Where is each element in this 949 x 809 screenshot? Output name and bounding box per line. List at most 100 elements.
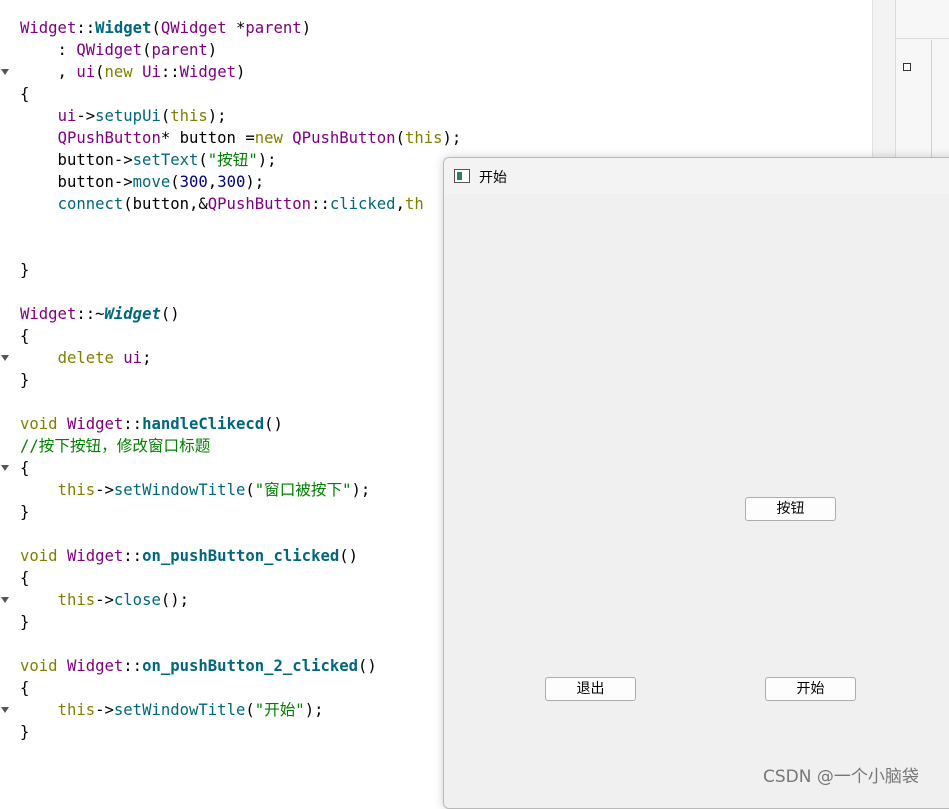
code-token: parent <box>151 41 208 59</box>
code-token: ui <box>57 107 77 125</box>
code-token: { <box>20 459 30 477</box>
code-token: QWidget <box>160 19 227 37</box>
code-token: setupUi <box>95 107 161 125</box>
code-token: QPushButton <box>57 129 161 147</box>
code-line: ui->setupUi(this); <box>20 105 227 127</box>
code-token: -> <box>95 701 114 719</box>
code-token: void <box>20 415 58 433</box>
code-token: :: <box>160 63 180 81</box>
code-line: this->setWindowTitle("窗口被按下"); <box>20 479 371 501</box>
code-line: } <box>20 501 29 523</box>
window-titlebar[interactable]: 开始 <box>444 158 949 195</box>
code-token: ); <box>304 701 324 719</box>
fold-arrow-icon[interactable] <box>0 67 10 77</box>
window-icon <box>454 169 470 183</box>
code-token: Widget <box>104 305 161 323</box>
code-token: QPushButton <box>207 195 312 213</box>
code-token: ); <box>207 107 227 125</box>
code-token: * button = <box>160 129 255 147</box>
code-token: : <box>20 41 77 59</box>
code-token: () <box>358 657 377 675</box>
code-token: , <box>20 63 77 81</box>
code-token: -> <box>95 481 114 499</box>
code-line: QPushButton* button =new QPushButton(thi… <box>20 127 462 149</box>
code-line: connect(button,&QPushButton::clicked,th <box>20 193 424 215</box>
code-token: button-> <box>20 173 133 191</box>
code-token: connect <box>57 195 124 213</box>
code-token: } <box>20 371 30 389</box>
anniu-button[interactable]: 按钮 <box>745 497 836 521</box>
code-token: { <box>20 327 30 345</box>
code-token: new <box>254 129 283 147</box>
code-token: } <box>20 503 30 521</box>
code-token: , <box>207 173 218 191</box>
code-token: delete <box>57 349 114 367</box>
fold-arrow-icon[interactable] <box>0 353 10 363</box>
code-line: , ui(new Ui::Widget) <box>20 61 246 83</box>
code-token: "窗口被按下" <box>254 481 352 499</box>
code-token: this <box>404 129 443 147</box>
code-token: this <box>170 107 208 125</box>
code-token: ); <box>257 151 277 169</box>
code-token: :: <box>123 657 143 675</box>
code-token: this <box>57 481 96 499</box>
fold-arrow-icon[interactable] <box>0 595 10 605</box>
code-token: -> <box>95 591 114 609</box>
code-token: } <box>20 261 30 279</box>
fold-arrow-icon[interactable] <box>0 705 10 715</box>
panel-divider <box>895 38 949 39</box>
code-token: , <box>395 195 405 213</box>
code-token: new <box>104 63 133 81</box>
code-line: button->move(300,300); <box>20 171 265 193</box>
quit-button[interactable]: 退出 <box>545 677 636 701</box>
code-line: } <box>20 259 29 281</box>
code-token: { <box>20 85 30 103</box>
code-token: ); <box>245 173 265 191</box>
code-token: Widget <box>20 19 77 37</box>
code-line: this->setWindowTitle("开始"); <box>20 699 324 721</box>
code-token: Ui <box>142 63 161 81</box>
code-token: ( <box>95 63 105 81</box>
code-line: { <box>20 677 29 699</box>
code-token: :: <box>311 195 330 213</box>
code-token: setWindowTitle <box>113 701 246 719</box>
code-token: this <box>57 701 96 719</box>
code-line: } <box>20 721 29 743</box>
code-token: ; <box>142 349 152 367</box>
code-line: { <box>20 567 29 589</box>
panel-guide-line <box>931 40 932 160</box>
start-button[interactable]: 开始 <box>765 677 856 701</box>
code-line: { <box>20 457 29 479</box>
code-token: button-> <box>20 151 133 169</box>
code-token: ( <box>198 151 208 169</box>
code-token: { <box>20 569 30 587</box>
code-token: (); <box>160 591 190 609</box>
window-title: 开始 <box>479 170 507 186</box>
code-token: Widget <box>66 415 124 433</box>
code-line: button->setText("按钮"); <box>20 149 277 171</box>
code-token: ( <box>170 173 180 191</box>
app-window[interactable]: 开始 按钮 退出 开始 <box>443 157 949 809</box>
code-token: ); <box>351 481 371 499</box>
code-token: parent <box>245 19 302 37</box>
fold-arrow-icon[interactable] <box>0 463 10 473</box>
code-token: ( <box>151 19 161 37</box>
code-token: :: <box>76 19 96 37</box>
code-token: setText <box>132 151 199 169</box>
code-token: ui <box>123 349 143 367</box>
code-token: () <box>160 305 180 323</box>
code-token: Widget <box>66 657 124 675</box>
square-icon[interactable] <box>903 63 911 71</box>
code-token: Widget <box>179 63 236 81</box>
code-token: ::~ <box>76 305 105 323</box>
code-token: } <box>20 613 30 631</box>
code-token: ( <box>160 107 171 125</box>
code-line: } <box>20 611 29 633</box>
